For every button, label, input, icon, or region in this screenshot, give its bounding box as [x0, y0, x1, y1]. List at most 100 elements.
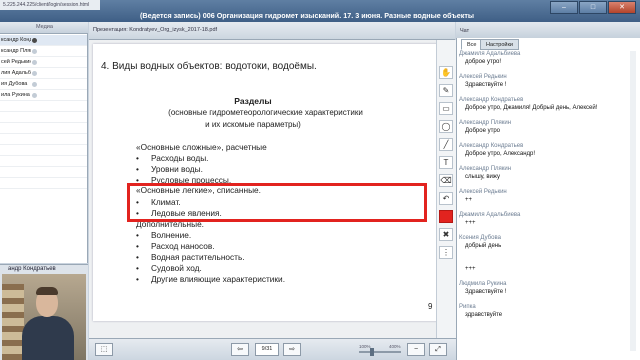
chat-text: Доброе утро, Джамиля! Добрый день, Алекс…: [465, 105, 598, 111]
presentation-footer: ⬚ ⇦ 9/31 ⇨ 100% 400% − ⤢: [89, 338, 456, 360]
presenter-body: [22, 316, 74, 360]
chat-author: Людмила Рукина: [459, 281, 507, 287]
chat-author: Алексей Редькин: [459, 189, 507, 195]
participant-row[interactable]: [0, 156, 87, 167]
list-item: Волнение.: [151, 230, 192, 240]
maximize-button[interactable]: □: [579, 1, 607, 14]
chat-author: Алексей Редькин: [459, 74, 507, 80]
participant-name: ия Дубова: [1, 81, 28, 87]
participant-row[interactable]: [0, 101, 87, 112]
presenter-hair: [36, 287, 58, 295]
participant-name: ила Рукина: [1, 92, 30, 98]
list-item: Расходы воды.: [151, 153, 209, 163]
pencil-icon[interactable]: ✎: [439, 84, 453, 97]
participant-row[interactable]: лия Адальбиева: [0, 68, 87, 79]
fullscreen-icon[interactable]: ⤢: [429, 343, 447, 356]
list-item: Водная растительность.: [151, 252, 245, 262]
zoom-slider-track[interactable]: [359, 351, 401, 353]
participant-row[interactable]: [0, 123, 87, 134]
bullet: •: [136, 274, 139, 284]
list-item: Расход наносов.: [151, 241, 215, 251]
slide-page-number: 9: [428, 302, 433, 311]
chat-author: Александр Плякин: [459, 120, 512, 126]
eraser-icon[interactable]: ⌫: [439, 174, 453, 187]
media-column-header[interactable]: Медиа: [36, 24, 53, 30]
bullet: •: [136, 241, 139, 251]
participant-name: ксандр Кондра: [1, 37, 31, 43]
zoom-min-label: 100%: [359, 344, 371, 349]
chat-scrollbar[interactable]: [630, 51, 636, 351]
zoom-out-icon[interactable]: −: [407, 343, 425, 356]
page-counter[interactable]: 9/31: [255, 343, 279, 356]
participant-row[interactable]: [0, 178, 87, 189]
participant-row[interactable]: ила Рукина: [0, 90, 87, 101]
bullet: •: [136, 164, 139, 174]
participant-name: лия Адальбиева: [1, 70, 31, 76]
media-status-icon: [32, 93, 37, 98]
media-status-icon: [32, 38, 37, 43]
participant-row[interactable]: [0, 112, 87, 123]
webcam-video[interactable]: [2, 274, 86, 360]
address-field[interactable]: 5.225.244.225/client/login/session.html: [0, 0, 100, 10]
rectangle-icon[interactable]: ▭: [439, 102, 453, 115]
chat-author: Александр Кондратьев: [459, 97, 524, 103]
annotation-highlight-rectangle[interactable]: [127, 183, 427, 222]
chat-author: Ксения Дубова: [459, 235, 501, 241]
minimize-button[interactable]: –: [550, 1, 578, 14]
delete-icon[interactable]: ✖: [439, 228, 453, 241]
line-icon[interactable]: ╱: [439, 138, 453, 151]
chat-text: Здравствуйте !: [465, 82, 507, 88]
participant-row[interactable]: сей Редькин: [0, 57, 87, 68]
chat-author: Рипка: [459, 304, 476, 310]
complex-group-header: «Основные сложные», расчетные: [136, 142, 267, 152]
chat-text: +++: [465, 266, 476, 272]
bullet: •: [136, 263, 139, 273]
bullet: •: [136, 230, 139, 240]
chat-header: Чат: [456, 22, 640, 38]
media-status-icon: [32, 49, 37, 54]
next-page-button[interactable]: ⇨: [283, 343, 301, 356]
text-icon[interactable]: T: [439, 156, 453, 169]
bookshelf: [2, 284, 24, 360]
participants-header: Медиа: [0, 22, 88, 34]
chat-text: Доброе утро: [465, 128, 501, 134]
zoom-slider-thumb[interactable]: [370, 348, 375, 356]
close-button[interactable]: ✕: [608, 1, 636, 14]
fit-page-icon[interactable]: ⬚: [95, 343, 113, 356]
list-item: Судовой ход.: [151, 263, 202, 273]
chat-text: добрый день: [465, 243, 502, 249]
section-subtitle: (основные гидрометеорологические характе…: [168, 108, 363, 117]
participant-row[interactable]: ия Дубова: [0, 79, 87, 90]
chat-author: Джамиля Адальбиева: [459, 51, 521, 57]
media-status-icon: [32, 71, 37, 76]
color-swatch-icon[interactable]: [439, 210, 453, 223]
hand-icon[interactable]: ✋: [439, 66, 453, 79]
list-item: Другие влияющие характеристики.: [151, 274, 286, 284]
participant-row[interactable]: ксандр Плякин: [0, 46, 87, 57]
participant-row[interactable]: [0, 167, 87, 178]
list-item: Уровни воды.: [151, 164, 203, 174]
presentation-header: Презентация: Kondratyev_Org_izysk_2017-1…: [89, 22, 455, 40]
bullet: •: [136, 153, 139, 163]
more-icon[interactable]: ⋮: [439, 246, 453, 259]
chat-text: здравствуйте: [465, 312, 503, 318]
chat-author: Джамиля Адальбиева: [459, 212, 521, 218]
undo-icon[interactable]: ↶: [439, 192, 453, 205]
webcam-label: андр Кондратьев: [8, 266, 56, 272]
section-title: Разделы: [234, 96, 272, 106]
chat-text: слышу, вижу: [465, 174, 500, 180]
meeting-title: (Ведется запись) 006 Организация гидроме…: [140, 11, 474, 20]
participant-name: ксандр Плякин: [1, 48, 31, 54]
tab-settings[interactable]: Настройки: [480, 39, 519, 50]
chat-text: ++: [465, 197, 473, 203]
slide-heading: 4. Виды водных объектов: водотоки, водоё…: [101, 61, 317, 72]
participant-row[interactable]: ксандр Кондра: [0, 35, 87, 46]
participant-row[interactable]: [0, 134, 87, 145]
section-subtitle: и их искомые параметры): [205, 120, 301, 129]
chat-text: Доброе утро, Александр!: [465, 151, 536, 157]
bullet: •: [136, 252, 139, 262]
previous-page-button[interactable]: ⇦: [231, 343, 249, 356]
presentation-file-name: Презентация: Kondratyev_Org_izysk_2017-1…: [93, 27, 218, 33]
participant-row[interactable]: [0, 145, 87, 156]
ellipse-icon[interactable]: ◯: [439, 120, 453, 133]
